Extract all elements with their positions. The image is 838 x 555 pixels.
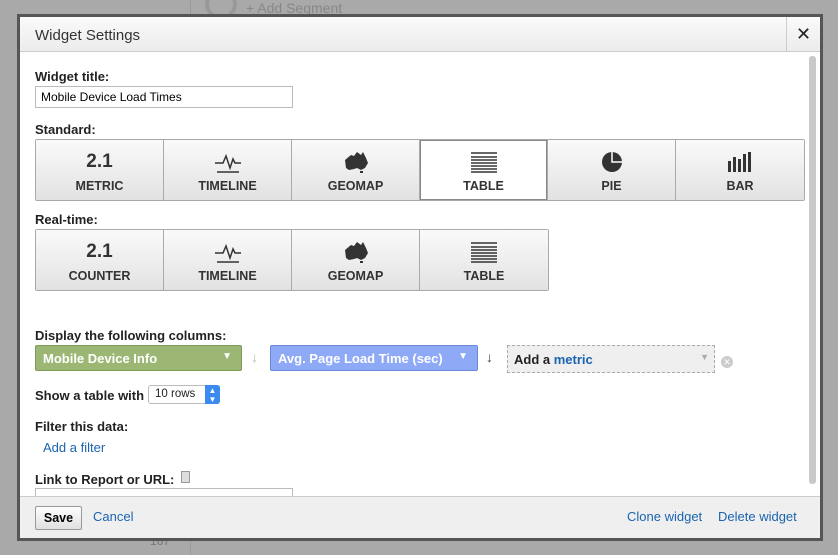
realtime-counter-button[interactable]: 2.1 COUNTER — [36, 230, 164, 290]
link-label: Link to Report or URL: — [35, 472, 175, 487]
table-icon — [420, 239, 548, 265]
caret-down-icon: ▼ — [458, 351, 468, 362]
metric-value: Avg. Page Load Time (sec) — [278, 351, 443, 366]
realtime-geomap-button[interactable]: GEOMAP — [292, 230, 420, 290]
button-label: COUNTER — [68, 269, 131, 283]
scrollbar[interactable] — [809, 56, 816, 484]
realtime-timeline-button[interactable]: TIMELINE — [164, 230, 292, 290]
dimension-dropdown[interactable]: Mobile Device Info ▼ — [35, 345, 242, 371]
sort-arrow-icon[interactable]: ↓ — [486, 349, 493, 365]
timeline-icon — [164, 149, 291, 175]
cancel-link[interactable]: Cancel — [93, 509, 133, 524]
add-filter-link[interactable]: Add a filter — [43, 440, 105, 455]
button-label: GEOMAP — [327, 269, 384, 283]
bar-chart-icon — [676, 149, 804, 175]
realtime-table-button[interactable]: TABLE — [420, 230, 548, 290]
widget-title-label: Widget title: — [35, 69, 110, 84]
realtime-label: Real-time: — [35, 212, 98, 227]
standard-pie-button[interactable]: PIE — [548, 140, 676, 200]
standard-metric-button[interactable]: 2.1 METRIC — [36, 140, 164, 200]
remove-icon[interactable]: ✕ — [721, 356, 733, 368]
button-label: GEOMAP — [327, 179, 384, 193]
sort-arrow-icon[interactable]: ↓ — [251, 349, 258, 365]
button-label: TABLE — [463, 269, 505, 283]
button-label: TIMELINE — [198, 269, 257, 283]
dialog-footer: Save Cancel Clone widget Delete widget — [20, 496, 820, 538]
timeline-icon — [164, 239, 291, 265]
button-label: TIMELINE — [198, 179, 257, 193]
australia-map-icon — [292, 149, 419, 175]
metric-icon: 2.1 — [86, 151, 113, 172]
dialog-header: Widget Settings ✕ — [20, 17, 820, 52]
standard-widget-types: 2.1 METRIC TIMELINE GEOMAP TABLE PIE BAR — [35, 139, 805, 201]
dimension-value: Mobile Device Info — [43, 351, 158, 366]
dialog-body: Widget title: Standard: 2.1 METRIC TIMELI… — [20, 52, 820, 511]
add-metric-prefix: Add a — [514, 352, 551, 367]
standard-geomap-button[interactable]: GEOMAP — [292, 140, 420, 200]
button-label: TABLE — [463, 179, 504, 193]
close-icon[interactable]: ✕ — [786, 17, 820, 52]
add-metric-dropdown[interactable]: Add a metric ▼ — [507, 345, 715, 373]
button-label: METRIC — [75, 179, 124, 193]
stepper-arrows-icon: ▲ ▼ — [205, 385, 220, 404]
add-metric-link[interactable]: metric — [554, 352, 593, 367]
rows-label: Show a table with — [35, 388, 145, 403]
clone-widget-link[interactable]: Clone widget — [627, 509, 702, 524]
button-label: BAR — [726, 179, 754, 193]
columns-label: Display the following columns: — [35, 328, 227, 343]
australia-map-icon — [292, 239, 419, 265]
dialog-title: Widget Settings — [35, 27, 141, 44]
standard-bar-button[interactable]: BAR — [676, 140, 804, 200]
pie-icon — [548, 149, 675, 175]
table-icon — [420, 149, 547, 175]
widget-title-input[interactable] — [35, 86, 293, 108]
filter-label: Filter this data: — [35, 419, 129, 434]
counter-icon: 2.1 — [86, 241, 113, 262]
delete-widget-link[interactable]: Delete widget — [718, 509, 797, 524]
metric-dropdown[interactable]: Avg. Page Load Time (sec) ▼ — [270, 345, 478, 371]
button-label: PIE — [601, 179, 622, 193]
standard-timeline-button[interactable]: TIMELINE — [164, 140, 292, 200]
standard-table-button[interactable]: TABLE — [420, 140, 548, 200]
widget-settings-dialog: Widget Settings ✕ Widget title: Standard… — [17, 14, 823, 541]
rows-value: 10 rows — [155, 388, 196, 400]
caret-down-icon: ▼ — [222, 351, 232, 362]
save-button[interactable]: Save — [35, 506, 82, 530]
realtime-widget-types: 2.1 COUNTER TIMELINE GEOMAP TABLE — [35, 229, 549, 291]
report-list-icon[interactable] — [181, 471, 190, 483]
caret-down-icon: ▼ — [700, 352, 709, 362]
rows-select[interactable]: 10 rows ▲ ▼ — [148, 385, 220, 404]
standard-label: Standard: — [35, 122, 96, 137]
